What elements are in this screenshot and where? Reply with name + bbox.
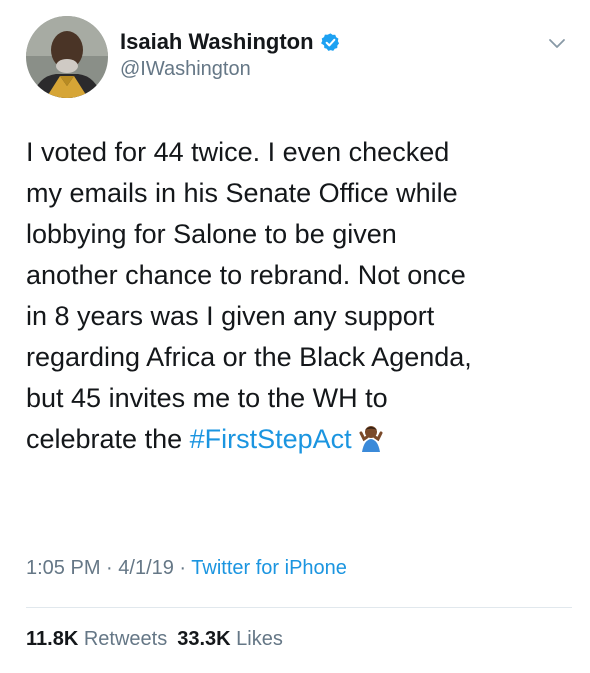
- tweet-line: another chance to rebrand. Not once: [26, 260, 466, 290]
- meta-separator: ·: [173, 557, 192, 579]
- likes-stat[interactable]: 33.3K Likes: [177, 628, 283, 650]
- tweet-line: regarding Africa or the Black Agenda,: [26, 342, 472, 372]
- tweet-source-link[interactable]: Twitter for iPhone: [191, 557, 347, 579]
- tweet-date[interactable]: 4/1/19: [118, 557, 174, 579]
- tweet-line: lobbying for Salone to be given: [26, 219, 397, 249]
- author-name-row[interactable]: Isaiah Washington: [120, 28, 341, 56]
- retweets-count: 11.8K: [26, 628, 79, 650]
- retweets-label: Retweets: [78, 628, 168, 650]
- user-handle[interactable]: @IWashington: [120, 58, 251, 81]
- tweet-line: my emails in his Senate Office while: [26, 178, 458, 208]
- tweet-stats: 11.8K Retweets 33.3K Likes: [26, 628, 283, 651]
- meta-separator: ·: [100, 557, 119, 579]
- divider: [26, 607, 572, 608]
- verified-badge-icon: [320, 32, 339, 51]
- chevron-down-icon[interactable]: [548, 38, 566, 50]
- tweet-time[interactable]: 1:05 PM: [26, 557, 100, 579]
- tweet-text: I voted for 44 twice. I even checked my …: [26, 132, 574, 460]
- hashtag-link[interactable]: #FirstStepAct: [190, 424, 352, 454]
- avatar[interactable]: [26, 16, 108, 98]
- tweet-meta: 1:05 PM · 4/1/19 · Twitter for iPhone: [26, 557, 347, 580]
- tweet-line-last: celebrate the #FirstStepAct: [26, 419, 574, 460]
- tweet-card: Isaiah Washington @IWashington I voted f…: [0, 0, 590, 673]
- retweets-stat[interactable]: 11.8K Retweets: [26, 628, 167, 650]
- shrugging-person-emoji-icon: [359, 426, 383, 452]
- tweet-line: I voted for 44 twice. I even checked: [26, 137, 450, 167]
- profile-photo-icon: [26, 16, 108, 98]
- likes-label: Likes: [230, 628, 283, 650]
- tweet-line: in 8 years was I given any support: [26, 301, 435, 331]
- tweet-line-prefix: celebrate the: [26, 424, 190, 454]
- likes-count: 33.3K: [177, 628, 231, 650]
- display-name[interactable]: Isaiah Washington: [120, 29, 314, 55]
- tweet-line: but 45 invites me to the WH to: [26, 383, 388, 413]
